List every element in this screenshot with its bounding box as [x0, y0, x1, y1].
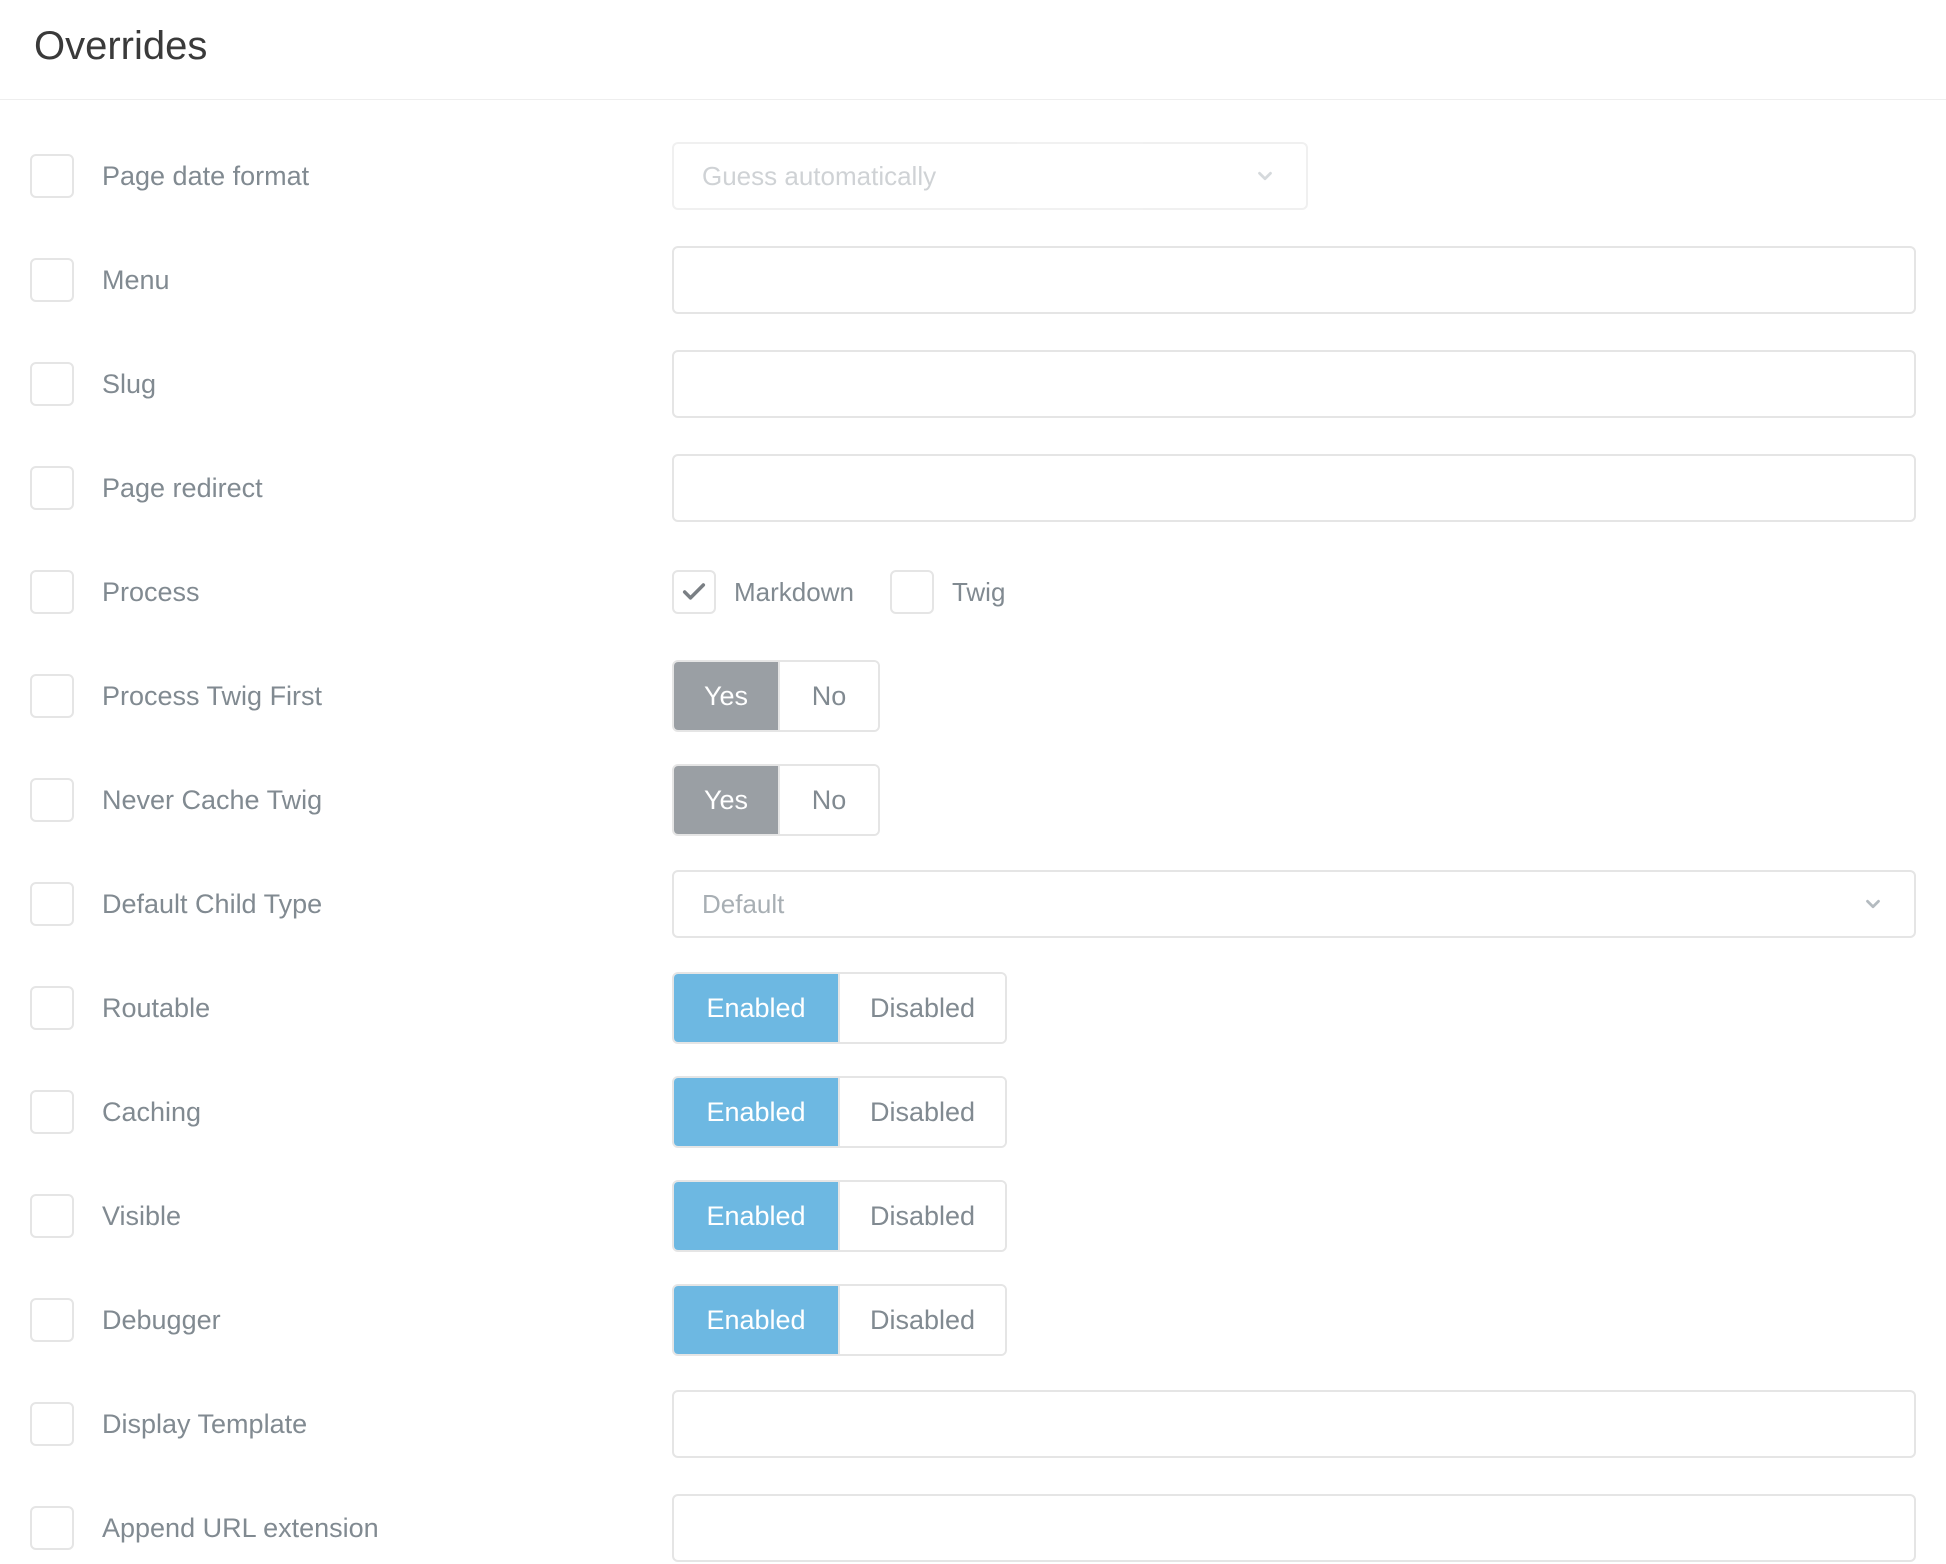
label-process-twig-first: Process Twig First: [102, 681, 672, 712]
override-checkbox-default-child-type[interactable]: [30, 882, 74, 926]
toggle-caching-disabled[interactable]: Disabled: [838, 1078, 1005, 1146]
row-never-cache-twig: Never Cache Twig Yes No: [30, 764, 1916, 836]
input-page-redirect[interactable]: [672, 454, 1916, 522]
override-checkbox-routable[interactable]: [30, 986, 74, 1030]
toggle-process-twig-first-no[interactable]: No: [778, 662, 878, 730]
label-display-template: Display Template: [102, 1409, 672, 1440]
chevron-down-icon: [1860, 891, 1886, 917]
override-checkbox-never-cache-twig[interactable]: [30, 778, 74, 822]
label-never-cache-twig: Never Cache Twig: [102, 785, 672, 816]
override-checkbox-debugger[interactable]: [30, 1298, 74, 1342]
override-checkbox-menu[interactable]: [30, 258, 74, 302]
toggle-routable-enabled[interactable]: Enabled: [674, 974, 838, 1042]
select-default-child-type[interactable]: Default: [672, 870, 1916, 938]
checkbox-process-twig-label: Twig: [952, 577, 1005, 608]
row-default-child-type: Default Child Type Default: [30, 868, 1916, 940]
toggle-debugger: Enabled Disabled: [672, 1284, 1007, 1356]
toggle-debugger-enabled[interactable]: Enabled: [674, 1286, 838, 1354]
override-checkbox-process-twig-first[interactable]: [30, 674, 74, 718]
override-checkbox-display-template[interactable]: [30, 1402, 74, 1446]
toggle-never-cache-twig-yes[interactable]: Yes: [674, 766, 778, 834]
section-header: Overrides: [0, 0, 1946, 100]
label-page-date-format: Page date format: [102, 161, 672, 192]
checkbox-process-markdown-label: Markdown: [734, 577, 854, 608]
row-visible: Visible Enabled Disabled: [30, 1180, 1916, 1252]
label-caching: Caching: [102, 1097, 672, 1128]
label-debugger: Debugger: [102, 1305, 672, 1336]
row-append-url-extension: Append URL extension: [30, 1492, 1916, 1564]
label-menu: Menu: [102, 265, 672, 296]
checkbox-process-markdown[interactable]: Markdown: [672, 570, 854, 614]
check-icon: [890, 570, 934, 614]
input-display-template[interactable]: [672, 1390, 1916, 1458]
check-icon: [672, 570, 716, 614]
row-caching: Caching Enabled Disabled: [30, 1076, 1916, 1148]
select-page-date-format[interactable]: Guess automatically: [672, 142, 1308, 210]
label-process: Process: [102, 577, 672, 608]
section-title: Overrides: [34, 24, 1912, 69]
toggle-process-twig-first-yes[interactable]: Yes: [674, 662, 778, 730]
toggle-visible-enabled[interactable]: Enabled: [674, 1182, 838, 1250]
chevron-down-icon: [1252, 163, 1278, 189]
input-menu[interactable]: [672, 246, 1916, 314]
input-slug[interactable]: [672, 350, 1916, 418]
override-checkbox-append-url-extension[interactable]: [30, 1506, 74, 1550]
row-menu: Menu: [30, 244, 1916, 316]
row-display-template: Display Template: [30, 1388, 1916, 1460]
label-append-url-extension: Append URL extension: [102, 1513, 672, 1544]
toggle-caching-enabled[interactable]: Enabled: [674, 1078, 838, 1146]
override-checkbox-page-date-format[interactable]: [30, 154, 74, 198]
row-routable: Routable Enabled Disabled: [30, 972, 1916, 1044]
label-visible: Visible: [102, 1201, 672, 1232]
toggle-never-cache-twig: Yes No: [672, 764, 880, 836]
row-process-twig-first: Process Twig First Yes No: [30, 660, 1916, 732]
toggle-debugger-disabled[interactable]: Disabled: [838, 1286, 1005, 1354]
input-append-url-extension[interactable]: [672, 1494, 1916, 1562]
row-page-redirect: Page redirect: [30, 452, 1916, 524]
toggle-visible-disabled[interactable]: Disabled: [838, 1182, 1005, 1250]
label-default-child-type: Default Child Type: [102, 889, 672, 920]
override-checkbox-caching[interactable]: [30, 1090, 74, 1134]
toggle-routable: Enabled Disabled: [672, 972, 1007, 1044]
select-default-child-type-value: Default: [702, 889, 784, 920]
row-page-date-format: Page date format Guess automatically: [30, 140, 1916, 212]
row-debugger: Debugger Enabled Disabled: [30, 1284, 1916, 1356]
override-checkbox-slug[interactable]: [30, 362, 74, 406]
row-slug: Slug: [30, 348, 1916, 420]
label-page-redirect: Page redirect: [102, 473, 672, 504]
checkbox-process-twig[interactable]: Twig: [890, 570, 1005, 614]
label-slug: Slug: [102, 369, 672, 400]
override-checkbox-page-redirect[interactable]: [30, 466, 74, 510]
label-routable: Routable: [102, 993, 672, 1024]
toggle-never-cache-twig-no[interactable]: No: [778, 766, 878, 834]
row-process: Process Markdown Twig: [30, 556, 1916, 628]
override-checkbox-process[interactable]: [30, 570, 74, 614]
overrides-form: Page date format Guess automatically Men…: [0, 100, 1946, 1564]
select-page-date-format-value: Guess automatically: [702, 161, 936, 192]
override-checkbox-visible[interactable]: [30, 1194, 74, 1238]
toggle-routable-disabled[interactable]: Disabled: [838, 974, 1005, 1042]
toggle-caching: Enabled Disabled: [672, 1076, 1007, 1148]
toggle-process-twig-first: Yes No: [672, 660, 880, 732]
toggle-visible: Enabled Disabled: [672, 1180, 1007, 1252]
